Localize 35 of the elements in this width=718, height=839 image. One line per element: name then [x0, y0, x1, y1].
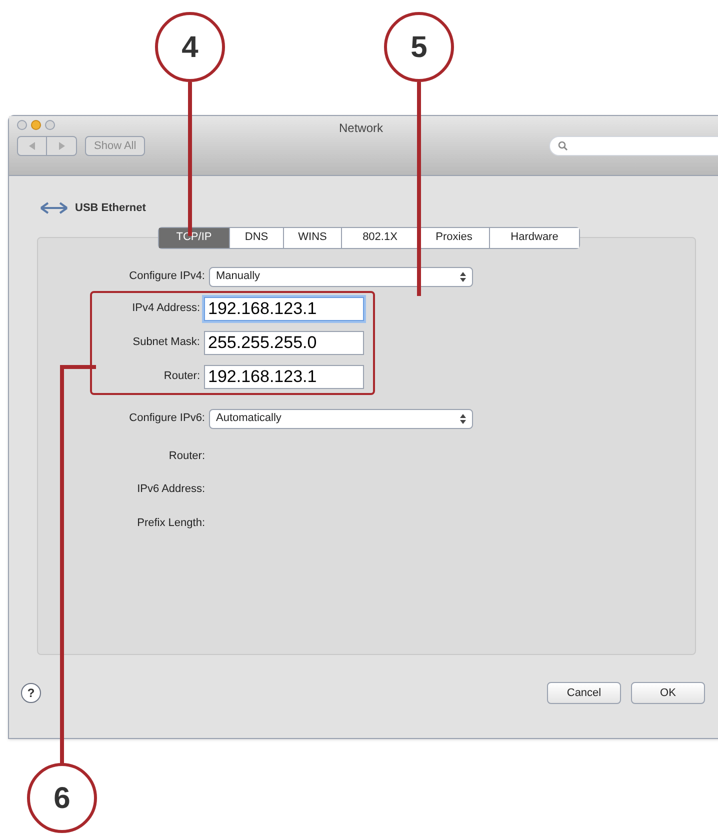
- forward-button[interactable]: [47, 136, 77, 156]
- up-down-arrows-icon: [460, 272, 466, 282]
- close-window-button[interactable]: [17, 120, 27, 130]
- service-name: USB Ethernet: [75, 201, 146, 216]
- back-arrow-icon: [29, 142, 35, 150]
- help-button[interactable]: ?: [21, 683, 41, 703]
- dialog-button[interactable]: Cancel: [547, 682, 621, 704]
- configure-ipv4-popup[interactable]: Manually: [209, 266, 473, 286]
- minimize-window-button[interactable]: [31, 120, 41, 130]
- ip-input-field[interactable]: 255.255.255.0: [204, 330, 364, 354]
- window-title: Network: [339, 120, 384, 137]
- field-label: Configure IPv6:: [128, 411, 205, 426]
- callout-number: 5: [384, 12, 454, 82]
- search-icon: [558, 141, 568, 151]
- up-down-arrows-icon: [460, 414, 466, 424]
- field-label: IPv6 Address:: [136, 482, 205, 497]
- forward-arrow-icon: [58, 142, 64, 150]
- zoom-window-button[interactable]: [45, 120, 55, 130]
- callout-number: 6: [27, 763, 97, 833]
- field-label: Configure IPv4:: [128, 269, 205, 284]
- callout-number: 4: [155, 12, 225, 82]
- back-button[interactable]: [17, 136, 47, 156]
- field-label: Router:: [162, 369, 200, 384]
- search-field[interactable]: [549, 136, 718, 156]
- ethernet-arrows-icon: [39, 201, 69, 216]
- ip-input-field[interactable]: 192.168.123.1: [204, 296, 364, 320]
- configure-ipv6-popup[interactable]: Automatically: [209, 408, 473, 428]
- tab[interactable]: Hardware: [489, 228, 579, 248]
- tab[interactable]: TCP/IP: [159, 228, 229, 248]
- field-label: Router:: [168, 448, 205, 464]
- field-label: IPv4 Address:: [131, 301, 200, 316]
- dialog-button[interactable]: OK: [631, 682, 705, 704]
- field-label: Prefix Length:: [136, 516, 205, 530]
- field-label: Subnet Mask:: [132, 335, 200, 350]
- ip-input-field[interactable]: 192.168.123.1: [204, 364, 364, 388]
